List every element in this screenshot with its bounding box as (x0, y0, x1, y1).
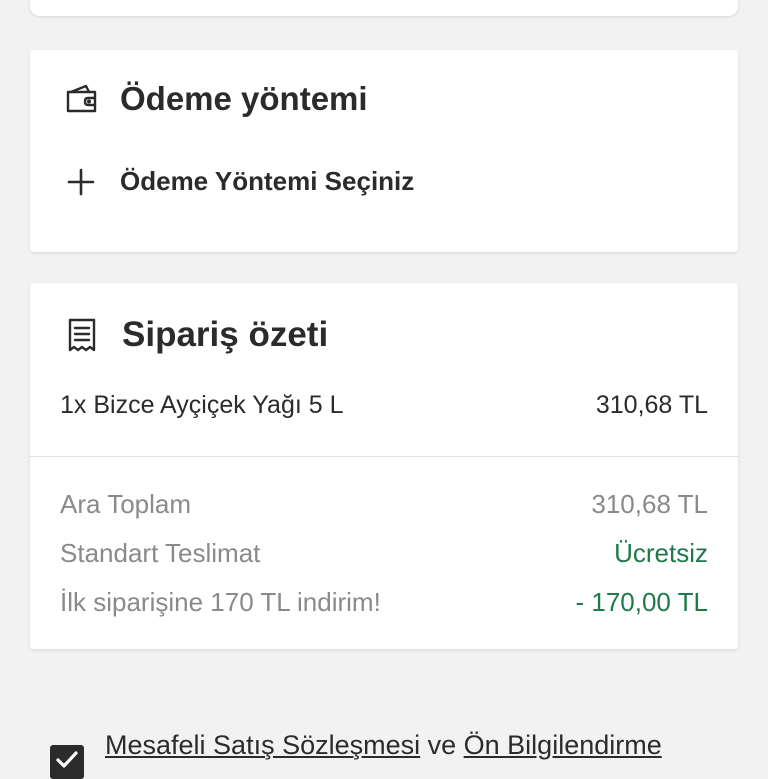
plus-icon (66, 167, 96, 197)
order-summary-header: Sipariş özeti (64, 315, 328, 355)
shipping-value: Ücretsiz (614, 538, 708, 568)
select-payment-method-label: Ödeme Yöntemi Seçiniz (120, 166, 415, 196)
agreement-connector: ve (420, 730, 464, 760)
wallet-icon (64, 81, 100, 117)
agreement-row: Mesafeli Satış Sözleşmesi ve Ön Bilgilen… (50, 728, 662, 779)
payment-method-header: Ödeme yöntemi (64, 80, 368, 118)
previous-card (30, 0, 738, 16)
shipping-row: Standart Teslimat Ücretsiz (60, 534, 708, 583)
receipt-icon (64, 317, 100, 353)
subtotal-value: 310,68 TL (591, 489, 708, 519)
discount-row: İlk siparişine 170 TL indirim! - 170,00 … (60, 583, 708, 632)
checkmark-icon (54, 747, 80, 778)
order-item-price: 310,68 TL (595, 391, 708, 419)
preliminary-information-link[interactable]: Ön Bilgilendirme (464, 730, 662, 760)
distance-sales-agreement-link[interactable]: Mesafeli Satış Sözleşmesi (105, 730, 420, 760)
order-summary-title: Sipariş özeti (122, 315, 329, 354)
agreement-checkbox[interactable] (50, 745, 84, 779)
discount-value: - 170,00 TL (575, 587, 708, 617)
summary-divider (30, 456, 738, 457)
subtotal-label: Ara Toplam (60, 489, 192, 519)
order-item-row: 1x Bizce Ayçiçek Yağı 5 L 310,68 TL (60, 391, 708, 420)
shipping-label: Standart Teslimat (60, 538, 261, 568)
totals-list: Ara Toplam 310,68 TL Standart Teslimat Ü… (60, 485, 708, 632)
select-payment-method-button[interactable]: Ödeme Yöntemi Seçiniz (66, 166, 414, 197)
subtotal-row: Ara Toplam 310,68 TL (60, 485, 708, 534)
payment-method-title: Ödeme yöntemi (120, 80, 368, 117)
order-summary-card: Sipariş özeti 1x Bizce Ayçiçek Yağı 5 L … (30, 283, 738, 649)
order-item-name: 1x Bizce Ayçiçek Yağı 5 L (60, 391, 344, 419)
discount-label: İlk siparişine 170 TL indirim! (60, 587, 381, 617)
payment-method-card: Ödeme yöntemi Ödeme Yöntemi Seçiniz (30, 50, 738, 252)
agreement-text: Mesafeli Satış Sözleşmesi ve Ön Bilgilen… (105, 728, 662, 762)
